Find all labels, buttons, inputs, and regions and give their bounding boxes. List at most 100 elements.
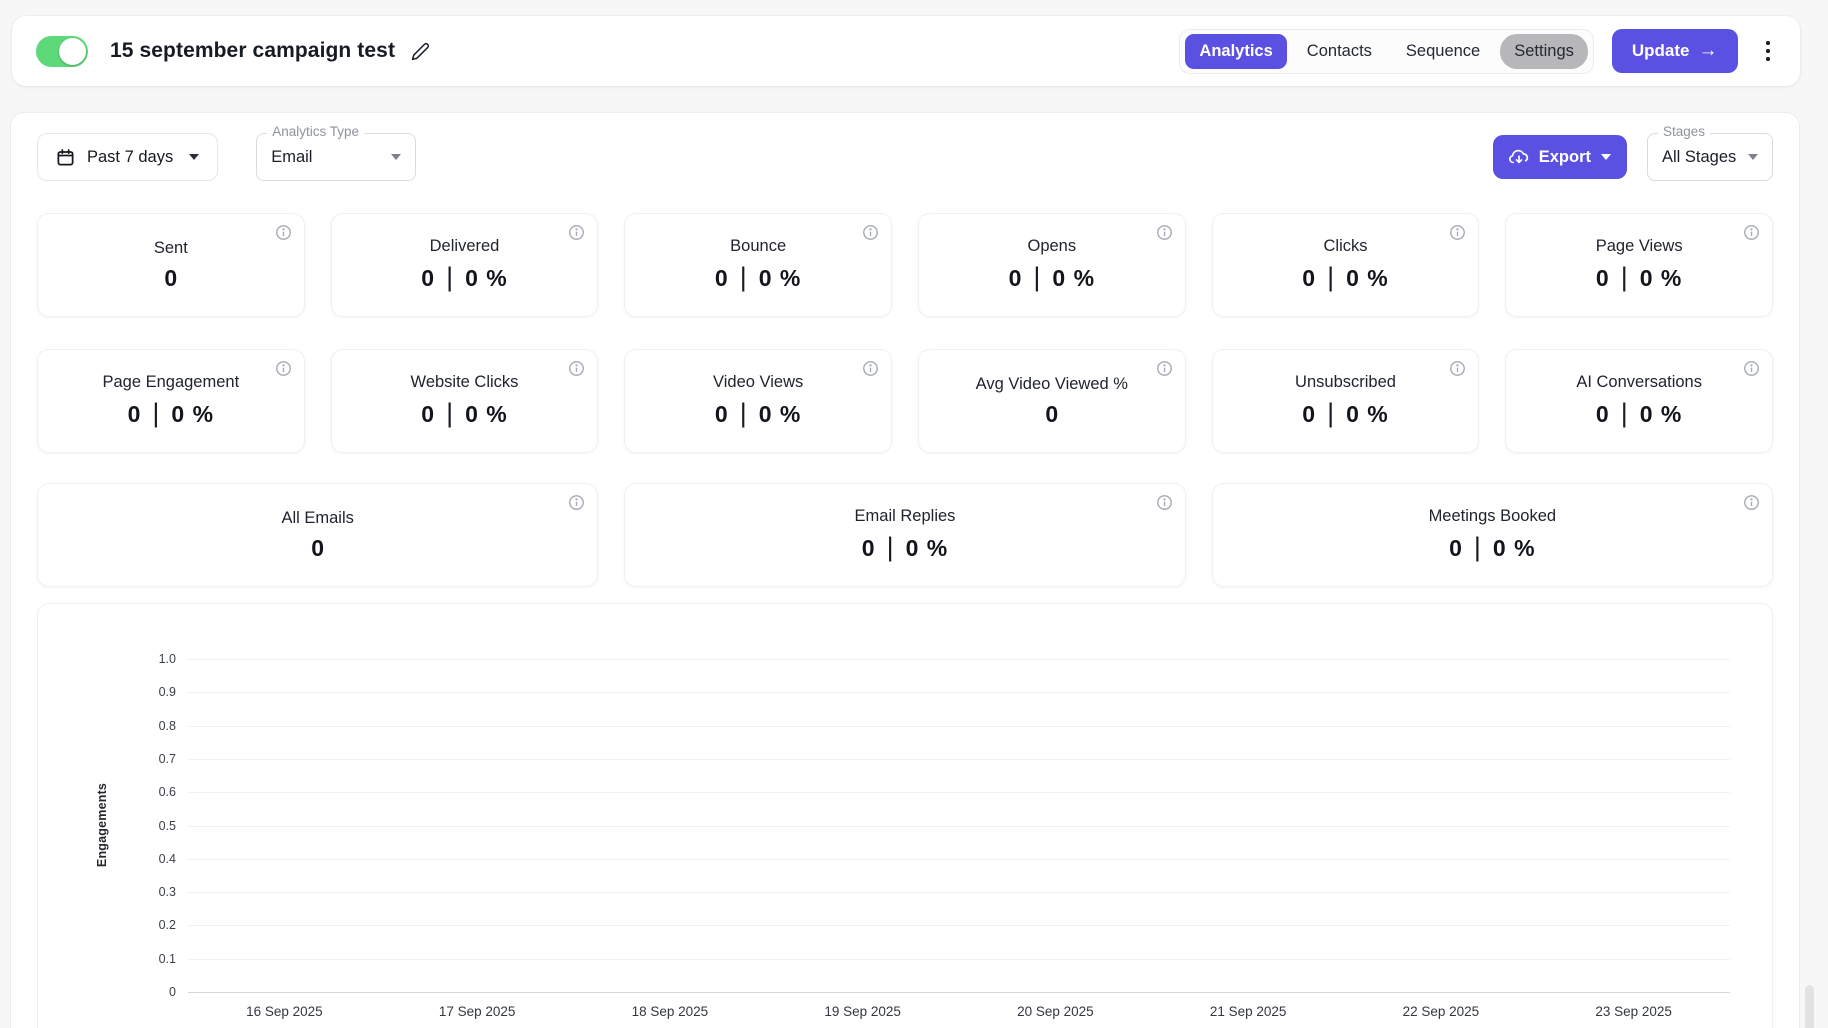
chevron-down-icon bbox=[189, 154, 199, 160]
tab-contacts[interactable]: Contacts bbox=[1293, 34, 1386, 69]
metric-label: Clicks bbox=[1323, 237, 1367, 256]
x-tick: 18 Sep 2025 bbox=[574, 1004, 767, 1019]
metric-label: Meetings Booked bbox=[1429, 507, 1557, 526]
metric-label: Opens bbox=[1028, 237, 1077, 256]
metric-value: 0|0 % bbox=[421, 399, 507, 430]
tab-settings[interactable]: Settings bbox=[1500, 34, 1588, 69]
stages-value: All Stages bbox=[1662, 148, 1736, 167]
info-icon[interactable] bbox=[275, 360, 292, 377]
stages-label: Stages bbox=[1658, 124, 1710, 139]
metric-card-website-clicks: Website Clicks 0|0 % bbox=[331, 349, 599, 453]
info-icon[interactable] bbox=[1156, 224, 1173, 241]
date-range-label: Past 7 days bbox=[87, 148, 173, 167]
metric-card-email-replies: Email Replies 0|0 % bbox=[624, 483, 1185, 587]
metric-card-video-views: Video Views 0|0 % bbox=[624, 349, 892, 453]
metric-value: 0 bbox=[311, 535, 324, 562]
info-icon[interactable] bbox=[568, 494, 585, 511]
tab-sequence[interactable]: Sequence bbox=[1392, 34, 1494, 69]
date-range-button[interactable]: Past 7 days bbox=[37, 133, 218, 181]
export-button-label: Export bbox=[1539, 148, 1591, 167]
x-axis: 16 Sep 2025 17 Sep 2025 18 Sep 2025 19 S… bbox=[188, 1004, 1730, 1019]
y-tick: 0.2 bbox=[130, 918, 176, 932]
info-icon[interactable] bbox=[568, 360, 585, 377]
chevron-down-icon bbox=[1748, 154, 1758, 160]
metric-label: Avg Video Viewed % bbox=[976, 375, 1128, 394]
info-icon[interactable] bbox=[1156, 494, 1173, 511]
x-tick: 23 Sep 2025 bbox=[1537, 1004, 1730, 1019]
metric-label: Email Replies bbox=[855, 507, 956, 526]
metric-label: Bounce bbox=[730, 237, 786, 256]
metric-value: 0|0 % bbox=[421, 263, 507, 294]
metric-card-bounce: Bounce 0|0 % bbox=[624, 213, 892, 317]
metric-card-meetings-booked: Meetings Booked 0|0 % bbox=[1212, 483, 1773, 587]
y-tick: 0.7 bbox=[130, 752, 176, 766]
info-icon[interactable] bbox=[1743, 224, 1760, 241]
metric-value: 0|0 % bbox=[1596, 399, 1682, 430]
scrollbar-thumb[interactable] bbox=[1805, 985, 1814, 1028]
campaign-tab-group: Analytics Contacts Sequence Settings bbox=[1179, 29, 1593, 74]
metric-value: 0|0 % bbox=[862, 533, 948, 564]
y-tick: 0.6 bbox=[130, 785, 176, 799]
info-icon[interactable] bbox=[1449, 360, 1466, 377]
metric-value: 0 bbox=[1045, 401, 1058, 428]
metric-value: 0|0 % bbox=[128, 399, 214, 430]
info-icon[interactable] bbox=[1743, 494, 1760, 511]
info-icon[interactable] bbox=[1156, 360, 1173, 377]
y-tick: 0.3 bbox=[130, 885, 176, 899]
metric-value: 0|0 % bbox=[1302, 399, 1388, 430]
x-tick: 22 Sep 2025 bbox=[1345, 1004, 1538, 1019]
analytics-type-select[interactable]: Analytics Type Email bbox=[256, 133, 416, 181]
metric-cards-row-1: Sent 0 Delivered 0|0 % Bounce 0|0 % Open… bbox=[37, 213, 1773, 317]
toggle-knob bbox=[59, 38, 86, 65]
export-button[interactable]: Export bbox=[1493, 135, 1627, 179]
metric-value: 0|0 % bbox=[1009, 263, 1095, 294]
y-tick: 0.9 bbox=[130, 685, 176, 699]
campaign-active-toggle[interactable] bbox=[36, 36, 88, 67]
chart-plot-area: 1.0 0.9 0.8 0.7 0.6 0.5 0.4 0.3 0.2 0.1 … bbox=[188, 659, 1730, 992]
info-icon[interactable] bbox=[1743, 360, 1760, 377]
metric-card-page-views: Page Views 0|0 % bbox=[1505, 213, 1773, 317]
metric-label: Website Clicks bbox=[411, 373, 519, 392]
x-tick: 21 Sep 2025 bbox=[1152, 1004, 1345, 1019]
info-icon[interactable] bbox=[568, 224, 585, 241]
metric-label: All Emails bbox=[281, 509, 353, 528]
engagements-chart: Engagements 1.0 0.9 0.8 0.7 0.6 0.5 0.4 … bbox=[37, 603, 1773, 1028]
metric-value: 0|0 % bbox=[715, 263, 801, 294]
info-icon[interactable] bbox=[862, 360, 879, 377]
tab-analytics[interactable]: Analytics bbox=[1185, 34, 1286, 69]
x-tick: 16 Sep 2025 bbox=[188, 1004, 381, 1019]
download-cloud-icon bbox=[1509, 147, 1529, 167]
metric-value: 0 bbox=[164, 265, 177, 292]
update-button[interactable]: Update → bbox=[1612, 29, 1738, 73]
metric-card-clicks: Clicks 0|0 % bbox=[1212, 213, 1480, 317]
metric-label: Delivered bbox=[430, 237, 500, 256]
y-tick: 0.4 bbox=[130, 852, 176, 866]
chevron-down-icon bbox=[1601, 154, 1611, 160]
metric-card-avg-video-viewed: Avg Video Viewed % 0 bbox=[918, 349, 1186, 453]
metric-label: Page Views bbox=[1596, 237, 1683, 256]
y-tick: 1.0 bbox=[130, 652, 176, 666]
info-icon[interactable] bbox=[862, 224, 879, 241]
x-tick: 20 Sep 2025 bbox=[959, 1004, 1152, 1019]
metric-card-page-engagement: Page Engagement 0|0 % bbox=[37, 349, 305, 453]
edit-pencil-icon[interactable] bbox=[411, 42, 430, 61]
kebab-menu-icon[interactable] bbox=[1760, 35, 1777, 68]
arrow-right-icon: → bbox=[1699, 40, 1718, 62]
info-icon[interactable] bbox=[1449, 224, 1466, 241]
metric-value: 0|0 % bbox=[715, 399, 801, 430]
x-tick: 19 Sep 2025 bbox=[766, 1004, 959, 1019]
campaign-header: 15 september campaign test Analytics Con… bbox=[12, 16, 1800, 86]
metric-label: Video Views bbox=[713, 373, 803, 392]
chevron-down-icon bbox=[391, 154, 401, 160]
y-tick: 0.5 bbox=[130, 819, 176, 833]
y-axis-label: Engagements bbox=[95, 783, 109, 867]
update-button-label: Update bbox=[1632, 41, 1690, 61]
stages-select[interactable]: Stages All Stages bbox=[1647, 133, 1773, 181]
metric-cards-row-3: All Emails 0 Email Replies 0|0 % Meeting… bbox=[37, 483, 1773, 587]
metric-label: AI Conversations bbox=[1576, 373, 1702, 392]
metric-label: Sent bbox=[154, 239, 188, 258]
calendar-icon bbox=[56, 148, 75, 167]
info-icon[interactable] bbox=[275, 224, 292, 241]
campaign-title: 15 september campaign test bbox=[110, 39, 395, 63]
metric-value: 0|0 % bbox=[1449, 533, 1535, 564]
